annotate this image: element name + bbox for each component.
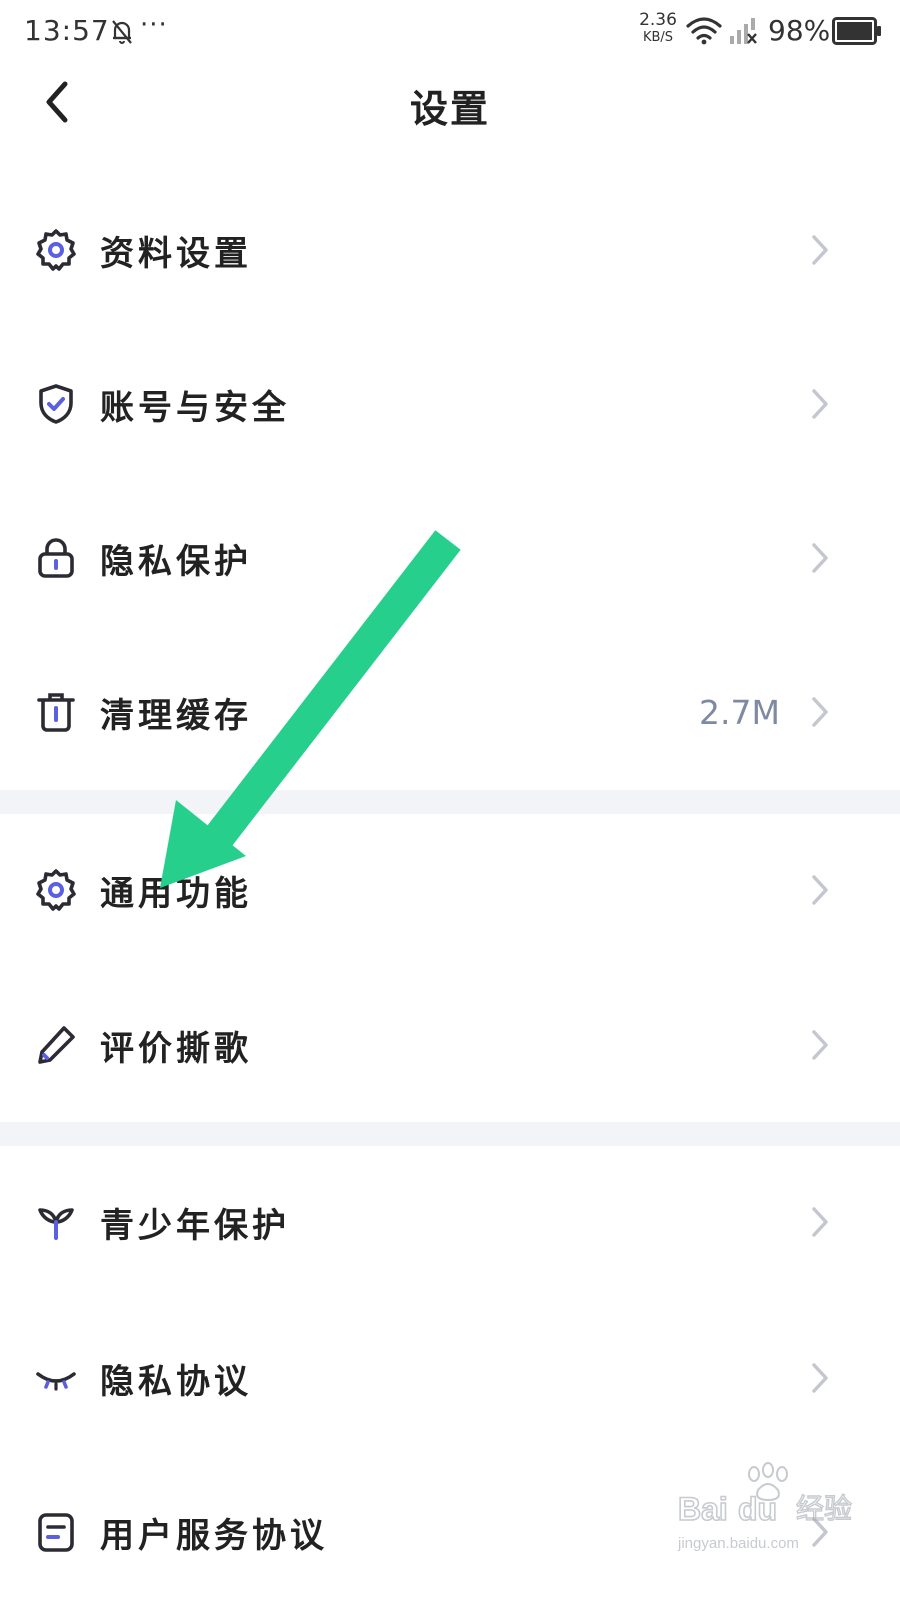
chevron-right-icon [808,1027,832,1063]
chevron-right-icon [808,540,832,576]
closed-eye-icon [34,1356,78,1400]
settings-item-label: 通用功能 [100,873,252,914]
settings-item-privacy[interactable]: 隐私保护 [0,498,900,618]
status-bar: 13:57 ··· 2.36 KB/S 98% [0,0,900,62]
settings-item-label: 隐私保护 [100,541,252,582]
section-divider [0,790,900,814]
settings-item-label: 隐私协议 [100,1361,252,1402]
battery-percent: 98% [768,14,831,47]
shield-check-icon [34,382,78,426]
settings-item-profile[interactable]: 资料设置 [0,190,900,310]
settings-item-clear-cache[interactable]: 清理缓存 2.7M [0,652,900,772]
gear-icon [34,228,78,272]
settings-item-label: 青少年保护 [100,1205,290,1246]
chevron-right-icon [808,694,832,730]
settings-item-rate-app[interactable]: 评价撕歌 [0,985,900,1105]
network-speed: 2.36 KB/S [636,10,680,45]
settings-item-privacy-agreement[interactable]: 隐私协议 [0,1318,900,1438]
watermark-brand-2: du [738,1491,777,1527]
page-title: 设置 [409,87,490,131]
chevron-right-icon [808,1204,832,1240]
battery-icon [832,17,881,45]
settings-item-youth-protection[interactable]: 青少年保护 [0,1162,900,1282]
chevron-right-icon [808,386,832,422]
lock-icon [34,536,78,580]
network-speed-unit: KB/S [642,30,674,45]
chevron-right-icon [808,232,832,268]
settings-item-label: 评价撕歌 [100,1028,252,1069]
watermark-cn: 经验 [796,1492,852,1525]
watermark-url: jingyan.baidu.com [677,1535,799,1552]
signal-icon [730,18,757,44]
settings-item-label: 资料设置 [100,233,252,274]
pen-icon [34,1023,78,1067]
network-speed-value: 2.36 [639,10,677,30]
settings-item-general[interactable]: 通用功能 [0,830,900,950]
cache-size-value: 2.7M [699,692,780,732]
chevron-right-icon [808,872,832,908]
baidu-watermark-logo: Bai du 经验 jingyan.baidu.com [677,1462,853,1552]
document-icon [34,1510,78,1554]
settings-item-label: 清理缓存 [100,695,252,736]
more-dots: ··· [140,10,168,40]
section-divider [0,1122,900,1146]
status-time: 13:57 [24,14,110,47]
gear-icon [34,868,78,912]
settings-item-label: 账号与安全 [100,387,290,428]
sprout-icon [34,1200,78,1244]
chevron-right-icon [808,1360,832,1396]
bell-off-icon [112,20,132,44]
trash-icon [34,690,78,734]
page-header: 设置 [0,62,900,144]
settings-item-label: 用户服务协议 [100,1515,328,1556]
wifi-icon [686,17,722,45]
settings-item-account-security[interactable]: 账号与安全 [0,344,900,464]
watermark-brand: Bai [678,1491,728,1527]
